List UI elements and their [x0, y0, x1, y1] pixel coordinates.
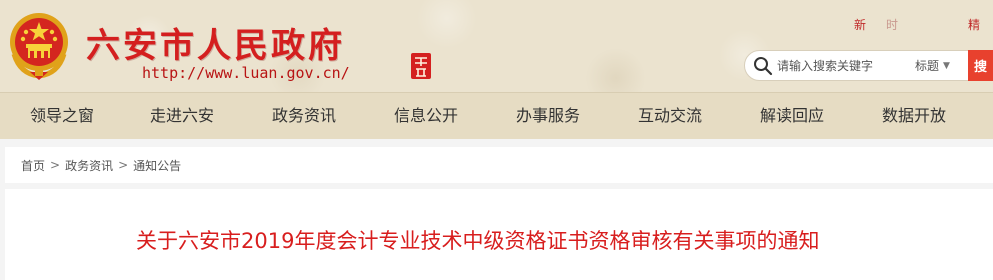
breadcrumb-home[interactable]: 首页 [21, 157, 45, 174]
search-scope-select[interactable]: 标题 [915, 57, 939, 74]
breadcrumb-separator: > [50, 158, 61, 172]
slogan-char: 新 [854, 18, 867, 32]
nav-item-interaction[interactable]: 互动交流 [638, 93, 702, 140]
nav-item-news[interactable]: 政务资讯 [272, 93, 336, 140]
breadcrumb: 首页 > 政务资讯 > 通知公告 [5, 147, 993, 183]
main-nav: 领导之窗 走进六安 政务资讯 信息公开 办事服务 互动交流 解读回应 数据开放 [0, 92, 993, 139]
nav-item-services[interactable]: 办事服务 [516, 93, 580, 140]
national-emblem-icon [10, 13, 68, 80]
date-slogan: 新 时 精 神 [854, 16, 993, 33]
breadcrumb-separator: > [118, 158, 129, 172]
site-header: 六安市人民政府 http://www.luan.gov.cn/ 新 时 精 神 … [0, 0, 993, 92]
red-seal-icon [411, 53, 431, 79]
nav-item-interpretation[interactable]: 解读回应 [760, 93, 824, 140]
slogan-char: 精 [968, 18, 981, 32]
search-icon [754, 56, 773, 75]
search-button[interactable]: 搜 [968, 50, 993, 81]
slogan-char: 时 [886, 18, 899, 32]
search-input[interactable]: 请输入搜索关键字 [777, 57, 909, 74]
article-title: 关于六安市2019年度会计专业技术中级资格证书资格审核有关事项的通知 [136, 229, 820, 253]
site-title[interactable]: 六安市人民政府 [86, 18, 345, 67]
search-box[interactable]: 请输入搜索关键字 标题 ▼ [744, 50, 993, 81]
site-url[interactable]: http://www.luan.gov.cn/ [142, 64, 350, 82]
chevron-down-icon[interactable]: ▼ [943, 61, 950, 71]
nav-item-leaders[interactable]: 领导之窗 [30, 93, 94, 140]
breadcrumb-news[interactable]: 政务资讯 [65, 157, 113, 174]
article-panel: 关于六安市2019年度会计专业技术中级资格证书资格审核有关事项的通知 [5, 189, 993, 280]
breadcrumb-notices[interactable]: 通知公告 [133, 157, 181, 174]
nav-item-info-disclosure[interactable]: 信息公开 [394, 93, 458, 140]
nav-item-open-data[interactable]: 数据开放 [882, 93, 946, 140]
nav-item-about-luan[interactable]: 走进六安 [150, 93, 214, 140]
